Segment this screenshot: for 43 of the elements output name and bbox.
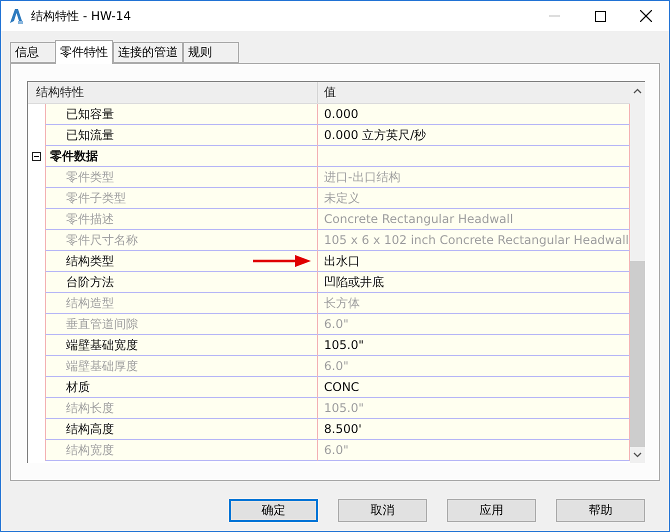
collapse-icon[interactable] — [32, 152, 41, 161]
tab[interactable]: 规则 — [183, 42, 239, 63]
property-value[interactable]: 凹陷或井底 — [318, 272, 630, 293]
scroll-down-icon[interactable] — [632, 452, 642, 458]
property-name: 零件尺寸名称 — [45, 230, 318, 251]
maximize-icon[interactable] — [594, 10, 606, 22]
property-value[interactable]: 0.000 立方英尺/秒 — [318, 125, 630, 146]
app-logo-icon — [9, 8, 23, 24]
property-name: 零件子类型 — [45, 188, 318, 209]
window-title: 结构特性 - HW-14 — [31, 8, 132, 24]
property-name: 端壁基础厚度 — [45, 356, 318, 377]
tab[interactable]: 信息 — [10, 42, 56, 63]
property-name: 已知流量 — [45, 125, 318, 146]
dialog-button[interactable]: 取消 — [338, 499, 427, 522]
property-name: 垂直管道间隙 — [45, 314, 318, 335]
scrollbar[interactable] — [630, 82, 645, 463]
property-name: 台阶方法 — [45, 272, 318, 293]
property-name: 零件描述 — [45, 209, 318, 230]
property-name: 结构造型 — [45, 293, 318, 314]
property-name: 零件类型 — [45, 167, 318, 188]
property-name: 端壁基础宽度 — [45, 335, 318, 356]
column-header: 结构特性 — [28, 82, 318, 103]
category-name: 零件数据 — [45, 146, 318, 167]
property-name: 已知容量 — [45, 104, 318, 125]
property-value[interactable]: 0.000 — [318, 104, 630, 125]
tab[interactable]: 连接的管道 — [113, 42, 183, 63]
property-value[interactable]: 105.0" — [318, 335, 630, 356]
property-name: 结构高度 — [45, 419, 318, 440]
tab[interactable]: 零件特性 — [55, 40, 113, 64]
property-value[interactable]: CONC — [318, 377, 630, 398]
scroll-thumb[interactable] — [630, 261, 645, 447]
dialog-button[interactable]: 帮助 — [556, 499, 645, 522]
property-name: 结构长度 — [45, 398, 318, 419]
property-name: 结构类型 — [45, 251, 318, 272]
property-name: 结构宽度 — [45, 440, 318, 461]
dialog-button[interactable]: 应用 — [447, 499, 536, 522]
scroll-up-icon[interactable] — [632, 88, 642, 94]
close-icon[interactable] — [640, 10, 652, 22]
column-header: 值 — [323, 84, 337, 101]
dialog-button[interactable]: 确定 — [229, 499, 318, 522]
property-value[interactable]: 出水口 — [318, 251, 630, 272]
property-name: 材质 — [45, 377, 318, 398]
property-value[interactable]: 8.500' — [318, 419, 630, 440]
